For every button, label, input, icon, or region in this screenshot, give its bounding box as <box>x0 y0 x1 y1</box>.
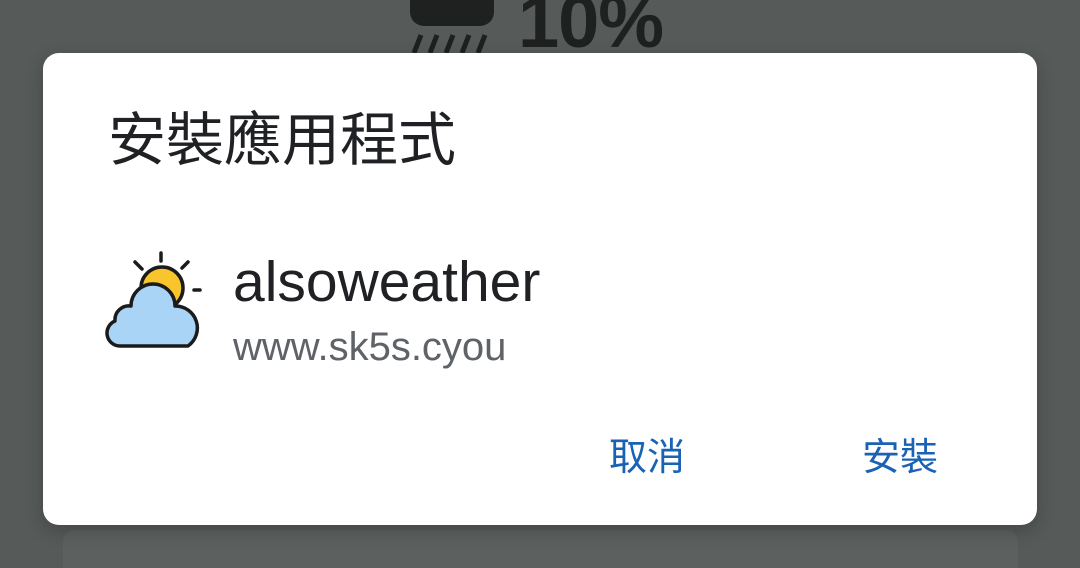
precipitation-value: 10% <box>518 0 664 56</box>
weather-widget: 10% <box>0 0 1080 56</box>
cancel-button[interactable]: 取消 <box>585 425 709 489</box>
install-app-dialog: 安裝應用程式 alsoweather www.sk5s.cyou 取消 安裝 <box>43 53 1037 525</box>
dialog-title: 安裝應用程式 <box>108 106 457 174</box>
weather-sun-cloud-icon <box>105 251 202 348</box>
background-card <box>63 530 1018 568</box>
install-button[interactable]: 安裝 <box>838 425 962 489</box>
rain-icon <box>410 0 494 54</box>
app-source-url: www.sk5s.cyou <box>233 325 507 369</box>
app-name: alsoweather <box>233 250 541 314</box>
